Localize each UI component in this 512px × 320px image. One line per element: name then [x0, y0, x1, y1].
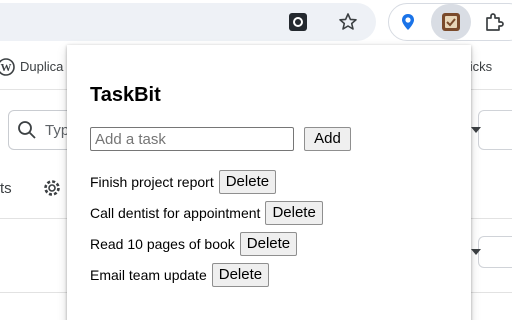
taskbit-popup: TaskBit Add Finish project report Delete… [67, 45, 471, 320]
task-label: Read 10 pages of book [90, 235, 235, 252]
task-item: Call dentist for appointment Delete [90, 197, 323, 228]
task-label: Call dentist for appointment [90, 204, 261, 221]
delete-button[interactable]: Delete [239, 231, 298, 256]
add-task-input[interactable] [90, 127, 294, 151]
chevron-down-icon [471, 127, 481, 133]
task-label: Email team update [90, 266, 207, 283]
page-dropdown[interactable] [471, 110, 512, 150]
task-item: Finish project report Delete [90, 166, 323, 197]
page-search-placeholder: Typ [45, 122, 70, 139]
gear-icon[interactable] [42, 178, 62, 198]
page-settings-text: ts [0, 180, 12, 197]
task-list: Finish project report Delete Call dentis… [90, 166, 323, 290]
task-label: Finish project report [90, 173, 214, 190]
svg-text:W: W [1, 62, 12, 74]
task-item: Email team update Delete [90, 259, 323, 290]
search-icon [18, 121, 36, 139]
chevron-down-icon [471, 249, 481, 255]
popup-title: TaskBit [90, 84, 161, 106]
location-extension-icon[interactable] [394, 8, 422, 36]
delete-button[interactable]: Delete [265, 200, 323, 225]
browser-toolbar [0, 0, 512, 44]
delete-button[interactable]: Delete [218, 169, 277, 194]
add-button[interactable]: Add [304, 127, 351, 151]
page-dropdown[interactable] [471, 236, 512, 268]
taskbit-extension-icon[interactable] [437, 8, 465, 36]
delete-button[interactable]: Delete [211, 262, 270, 287]
extensions-puzzle-icon[interactable] [480, 8, 508, 36]
github-icon[interactable] [284, 8, 312, 36]
bookmark-star-icon[interactable] [334, 8, 362, 36]
task-item: Read 10 pages of book Delete [90, 228, 323, 259]
address-bar[interactable] [0, 3, 376, 41]
wordpress-icon: W [0, 53, 20, 81]
bookmark-item[interactable]: Duplica [20, 59, 63, 74]
